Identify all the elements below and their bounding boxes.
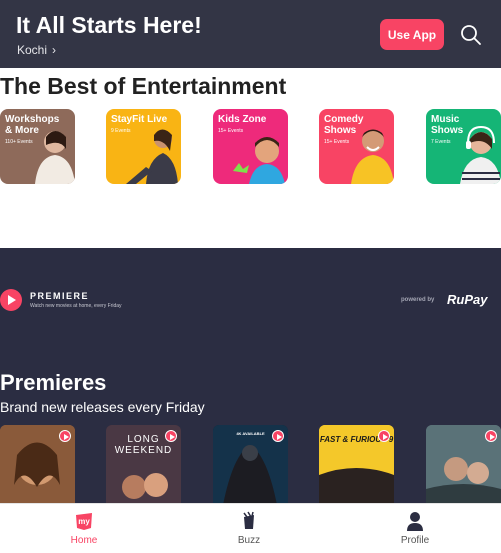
- bottom-navigation: my Home Buzz Profile: [0, 503, 501, 553]
- premiere-tagline: Watch new movies at home, every Friday: [30, 303, 122, 309]
- movie-poster[interactable]: 4K AVAILABLE: [213, 425, 288, 505]
- nav-label-buzz: Buzz: [237, 535, 261, 546]
- rupay-logo: RuPay: [447, 292, 488, 307]
- chevron-right-icon: ›: [52, 43, 57, 57]
- play-icon: [378, 430, 390, 442]
- nav-home[interactable]: my Home: [34, 504, 134, 553]
- category-card-workshops[interactable]: Workshops & More 110+ Events: [0, 109, 75, 184]
- svg-text:my: my: [78, 517, 90, 526]
- nav-profile[interactable]: Profile: [365, 504, 465, 553]
- movie-poster[interactable]: FAST & FURIOUS 9: [319, 425, 394, 505]
- nav-label-profile: Profile: [400, 535, 430, 546]
- section-title-premieres: Premieres: [0, 370, 107, 395]
- category-card-kids[interactable]: Kids Zone 15+ Events: [213, 109, 288, 184]
- play-icon: [59, 430, 71, 442]
- nav-label-home: Home: [70, 535, 98, 546]
- section-subtitle-premieres: Brand new releases every Friday: [0, 399, 205, 415]
- premiere-brand: PREMIERE: [30, 291, 90, 301]
- section-title-entertainment: The Best of Entertainment: [0, 73, 287, 99]
- profile-icon: [407, 512, 423, 531]
- category-card-comedy[interactable]: Comedy Shows 15+ Events: [319, 109, 394, 184]
- movie-poster[interactable]: [0, 425, 75, 505]
- city-name: Kochi: [17, 43, 48, 57]
- category-label: StayFit Live 9 Events: [111, 114, 168, 134]
- page-title: It All Starts Here!: [16, 12, 202, 38]
- movie-poster[interactable]: [426, 425, 501, 505]
- home-icon: my: [76, 513, 92, 530]
- use-app-button[interactable]: Use App: [380, 19, 444, 50]
- play-icon: [165, 430, 177, 442]
- category-label: Kids Zone 15+ Events: [218, 114, 267, 134]
- play-icon: [485, 430, 497, 442]
- search-icon[interactable]: [460, 24, 482, 46]
- category-label: Comedy Shows 15+ Events: [324, 114, 364, 145]
- category-label: Music Shows 7 Events: [431, 114, 464, 145]
- movie-poster[interactable]: LONG WEEKEND: [106, 425, 181, 505]
- category-card-music[interactable]: Music Shows 7 Events: [426, 109, 501, 184]
- premiere-play-icon[interactable]: [0, 289, 22, 311]
- top-header: It All Starts Here! Kochi › Use App: [0, 0, 501, 68]
- city-selector[interactable]: Kochi ›: [17, 43, 56, 57]
- play-icon: [272, 430, 284, 442]
- powered-by-label: powered by: [401, 297, 435, 303]
- buzz-icon: [243, 511, 254, 529]
- category-card-stayfit[interactable]: StayFit Live 9 Events: [106, 109, 181, 184]
- nav-buzz[interactable]: Buzz: [199, 504, 299, 553]
- category-label: Workshops & More 110+ Events: [5, 114, 60, 145]
